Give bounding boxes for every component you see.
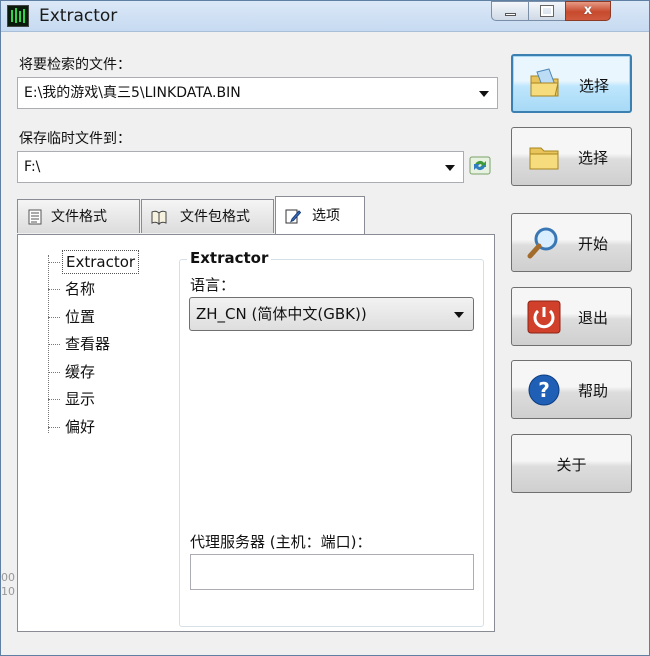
tab-package-format[interactable]: 文件包格式 <box>141 199 274 233</box>
button-label: 选择 <box>578 149 609 167</box>
chevron-down-icon[interactable] <box>479 91 489 97</box>
temp-save-label: 保存临时文件到： <box>19 131 131 147</box>
language-label: 语言： <box>190 276 236 294</box>
title-bar[interactable]: Extractor x <box>1 1 649 32</box>
close-icon: x <box>583 3 593 18</box>
button-label: 开始 <box>578 235 609 253</box>
close-button[interactable]: x <box>565 1 611 21</box>
button-label: 退出 <box>578 309 609 327</box>
refresh-icon[interactable] <box>469 154 491 176</box>
power-icon <box>527 300 561 334</box>
app-window: Extractor x 将要检索的文件： E:\我的游戏\真三5\LINKDAT… <box>0 0 650 656</box>
edge-artifact: 00 10 <box>1 571 15 598</box>
search-file-label: 将要检索的文件： <box>19 57 131 73</box>
search-file-combo[interactable]: E:\我的游戏\真三5\LINKDATA.BIN <box>17 77 498 109</box>
settings-icon <box>285 209 301 224</box>
help-icon: ? <box>528 374 560 406</box>
chevron-down-icon[interactable] <box>454 312 464 318</box>
temp-save-combo[interactable]: F:\ <box>17 151 464 183</box>
minimize-button[interactable] <box>491 1 529 21</box>
about-button[interactable]: 关于 <box>511 434 632 493</box>
search-icon <box>527 227 558 259</box>
book-icon <box>151 210 167 225</box>
group-title: Extractor <box>187 249 272 267</box>
options-tree: Extractor 名称 位置 查看器 缓存 显示 偏好 <box>31 245 166 629</box>
chevron-down-icon[interactable] <box>445 165 455 171</box>
maximize-button[interactable] <box>528 1 566 21</box>
tab-file-format[interactable]: 文件格式 <box>17 199 140 233</box>
exit-button[interactable]: 退出 <box>511 287 632 346</box>
select-folder-button[interactable]: 选择 <box>511 127 632 186</box>
button-label: 帮助 <box>578 382 609 400</box>
svg-text:?: ? <box>538 378 550 402</box>
proxy-label: 代理服务器 (主机：端口)： <box>190 533 372 551</box>
start-button[interactable]: 开始 <box>511 213 632 272</box>
temp-save-value: F:\ <box>24 159 41 175</box>
folder-icon <box>529 147 559 170</box>
tab-options[interactable]: 选项 <box>275 196 365 234</box>
button-label: 关于 <box>556 456 587 474</box>
tab-label: 选项 <box>312 208 340 224</box>
app-icon <box>7 5 29 27</box>
language-select[interactable]: ZH_CN (简体中文(GBK)) <box>189 297 474 331</box>
button-label: 选择 <box>579 77 610 95</box>
search-file-value: E:\我的游戏\真三5\LINKDATA.BIN <box>24 85 241 101</box>
open-folder-icon <box>530 68 559 97</box>
window-title: Extractor <box>39 6 118 26</box>
document-icon <box>28 209 42 225</box>
tab-label: 文件格式 <box>51 209 107 225</box>
help-button[interactable]: ? 帮助 <box>511 360 632 419</box>
select-file-button[interactable]: 选择 <box>511 54 632 113</box>
proxy-input[interactable] <box>190 554 474 590</box>
tab-label: 文件包格式 <box>180 209 250 225</box>
language-value: ZH_CN (简体中文(GBK)) <box>196 305 367 323</box>
